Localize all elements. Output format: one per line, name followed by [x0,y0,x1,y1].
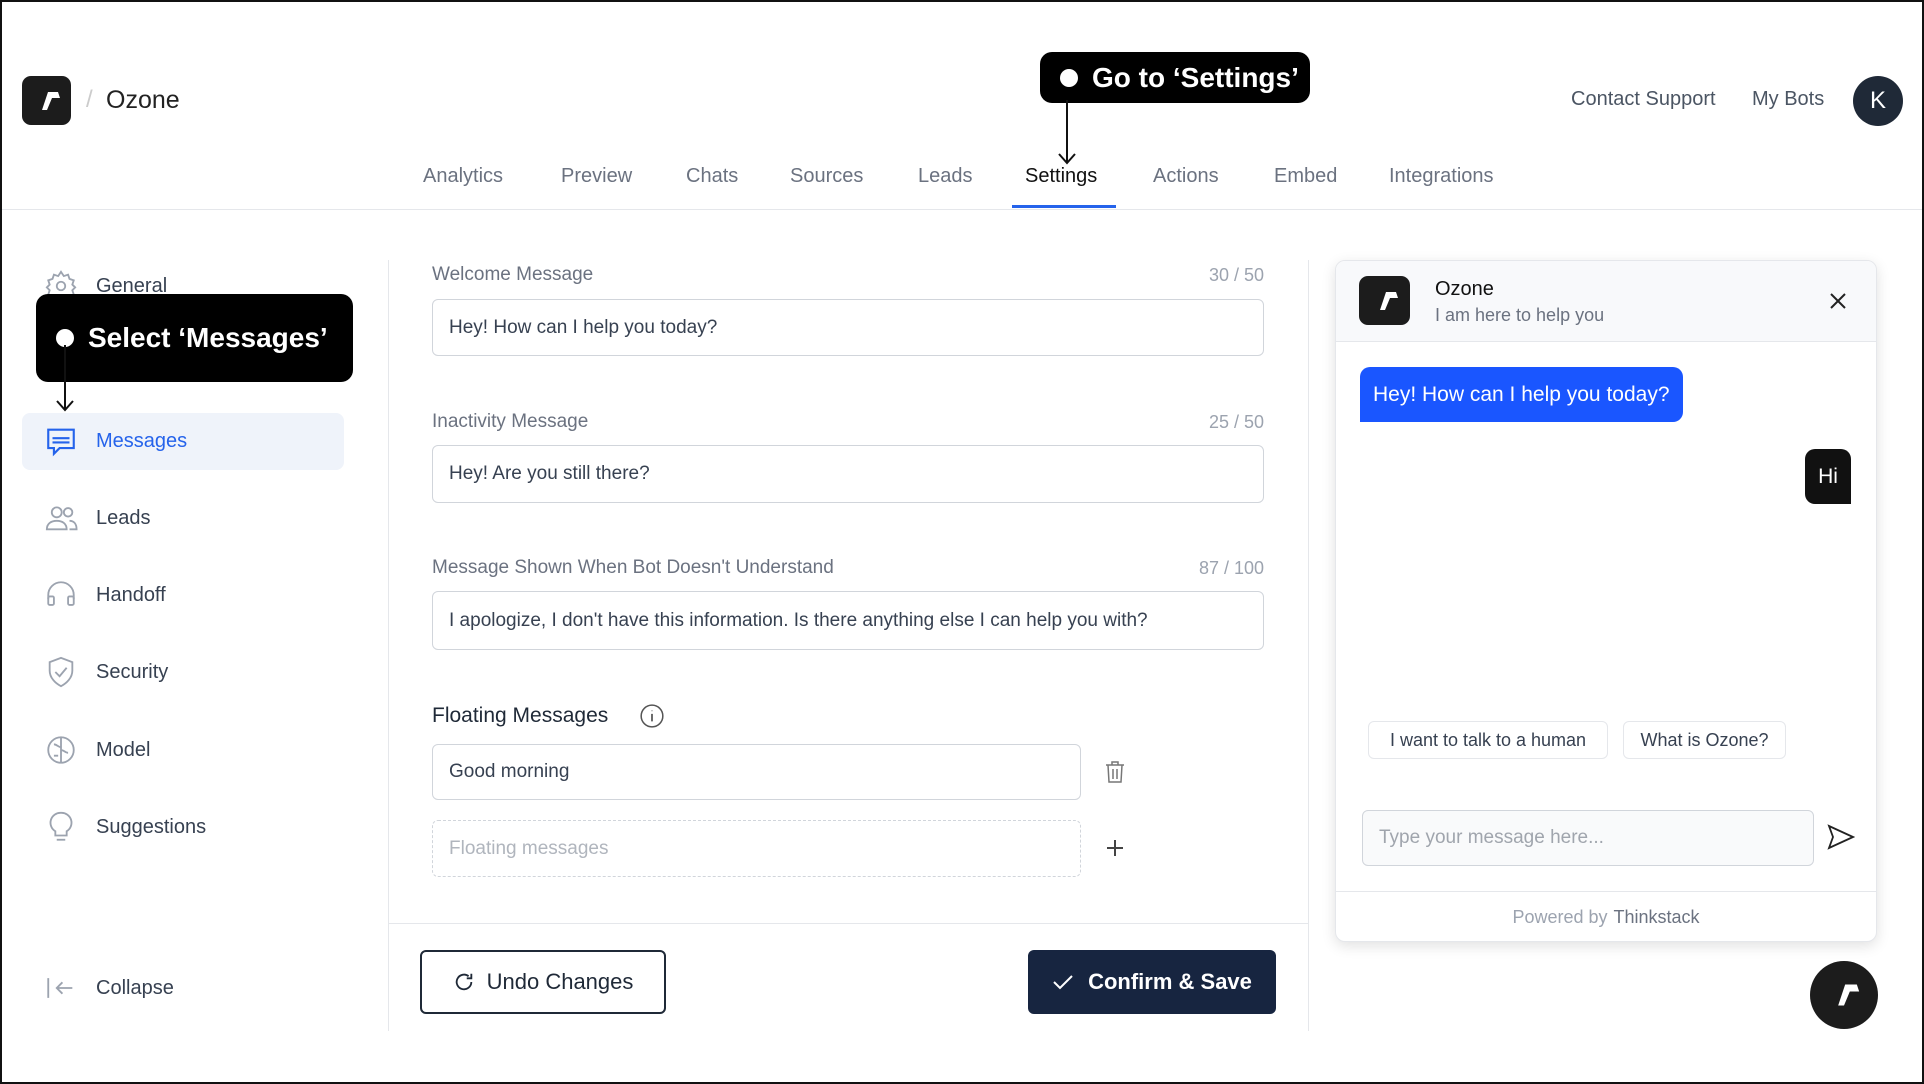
logo-icon [1828,984,1860,1006]
lightbulb-icon [49,811,73,841]
arrow-down-icon [1058,100,1076,165]
powered-by-text: Powered by [1512,907,1608,927]
sidebar-item-messages[interactable]: Messages [44,424,187,458]
suggestion-chip[interactable]: I want to talk to a human [1368,721,1608,759]
bot-message-bubble: Hey! How can I help you today? [1360,367,1683,422]
fallback-count: 87 / 100 [1198,558,1264,578]
inactivity-value: Hey! Are you still there? [449,463,650,484]
fallback-message-input[interactable]: I apologize, I don't have this informati… [432,591,1264,650]
undo-icon [455,973,472,991]
preview-divider [1308,260,1309,1031]
callout-messages: Select ‘Messages’ [36,294,353,382]
tab-analytics[interactable]: Analytics [423,165,503,188]
close-icon[interactable] [1828,291,1848,311]
sidebar-item-security[interactable]: Security [44,655,168,689]
check-icon [1053,975,1073,990]
chat-logo [1359,276,1410,325]
sidebar-item-label: Messages [96,429,188,452]
users-icon [45,506,78,531]
inactivity-count: 25 / 50 [1208,412,1264,432]
bot-name: Ozone [106,86,180,114]
sidebar-item-label: Leads [96,506,151,529]
fallback-label: Message Shown When Bot Doesn't Understan… [432,557,834,578]
chat-footer: Powered by Thinkstack [1336,891,1876,941]
collapse-icon [47,978,73,998]
callout-messages-text: Select ‘Messages’ [88,322,328,353]
tab-embed[interactable]: Embed [1274,165,1337,188]
trash-icon[interactable] [1104,760,1126,784]
contact-support-link[interactable]: Contact Support [1571,88,1716,111]
bot-message-text: Hey! How can I help you today? [1373,382,1670,406]
sidebar-divider [388,260,389,1031]
logo-icon [33,91,60,110]
sidebar-item-leads[interactable]: Leads [44,501,151,535]
shield-icon [48,656,74,688]
app-logo[interactable] [22,76,71,125]
sidebar-item-label: Model [96,738,151,761]
tab-sources[interactable]: Sources [790,165,863,188]
sidebar-item-suggestions[interactable]: Suggestions [44,810,206,844]
welcome-label: Welcome Message [432,264,594,285]
confirm-save-button[interactable]: Confirm & Save [1028,950,1276,1014]
suggestion-text: What is Ozone? [1640,729,1769,750]
tab-preview[interactable]: Preview [561,165,632,188]
tab-integrations[interactable]: Integrations [1389,165,1494,188]
confirm-label: Confirm & Save [1088,969,1252,994]
floating-messages-label: Floating Messages [432,704,609,727]
chat-input-placeholder: Type your message here... [1379,827,1604,848]
sidebar-item-label: Security [96,660,169,683]
message-icon [47,428,75,457]
my-bots-link[interactable]: My Bots [1752,88,1824,111]
sidebar-item-model[interactable]: Model [44,733,150,767]
chat-widget: Ozone I am here to help you Hey! How can… [1335,260,1877,942]
arrow-down-icon [56,345,74,412]
chat-subtitle: I am here to help you [1435,305,1605,325]
header-divider [0,209,1924,210]
plus-icon[interactable] [1105,838,1125,858]
callout-settings-text: Go to ‘Settings’ [1092,61,1299,93]
inactivity-label: Inactivity Message [432,411,589,432]
sidebar-item-handoff[interactable]: Handoff [44,578,166,612]
logo-icon [1371,291,1398,310]
new-floating-message-input[interactable]: Floating messages [432,820,1081,877]
avatar[interactable]: K [1853,76,1903,126]
tab-leads[interactable]: Leads [918,165,973,188]
sidebar-item-label: Handoff [96,583,166,606]
chat-header: Ozone I am here to help you [1336,261,1876,342]
chat-launcher-button[interactable] [1810,961,1878,1029]
collapse-button[interactable]: Collapse [44,971,174,1005]
headset-icon [47,581,75,606]
callout-settings: Go to ‘Settings’ [1040,52,1310,103]
welcome-count: 30 / 50 [1208,265,1264,285]
breadcrumb-separator: / [86,86,93,113]
sidebar-item-label: Suggestions [96,815,207,838]
floating-message-value: Good morning [449,761,570,782]
footer-divider [388,923,1308,924]
inactivity-message-input[interactable]: Hey! Are you still there? [432,445,1264,503]
avatar-initial: K [1869,87,1886,114]
chat-title: Ozone [1435,278,1494,300]
fallback-value: I apologize, I don't have this informati… [449,609,1148,631]
tab-actions[interactable]: Actions [1153,165,1219,188]
tab-settings[interactable]: Settings [1025,165,1097,188]
user-message-bubble: Hi [1805,449,1851,504]
welcome-value: Hey! How can I help you today? [449,316,718,338]
brain-icon [47,736,75,764]
brand-link[interactable]: Thinkstack [1614,907,1700,928]
floating-placeholder: Floating messages [449,837,609,859]
collapse-label: Collapse [96,976,174,999]
suggestion-chip[interactable]: What is Ozone? [1623,721,1786,759]
floating-message-input[interactable]: Good morning [432,744,1081,800]
user-message-text: Hi [1818,464,1838,488]
active-tab-underline [1012,205,1116,208]
info-icon[interactable] [639,703,665,729]
chat-message-input[interactable]: Type your message here... [1362,810,1814,866]
welcome-message-input[interactable]: Hey! How can I help you today? [432,299,1264,356]
suggestion-text: I want to talk to a human [1389,729,1587,750]
undo-label: Undo Changes [486,969,634,994]
undo-changes-button[interactable]: Undo Changes [420,950,666,1014]
tab-chats[interactable]: Chats [686,165,738,188]
send-icon[interactable] [1827,824,1855,850]
